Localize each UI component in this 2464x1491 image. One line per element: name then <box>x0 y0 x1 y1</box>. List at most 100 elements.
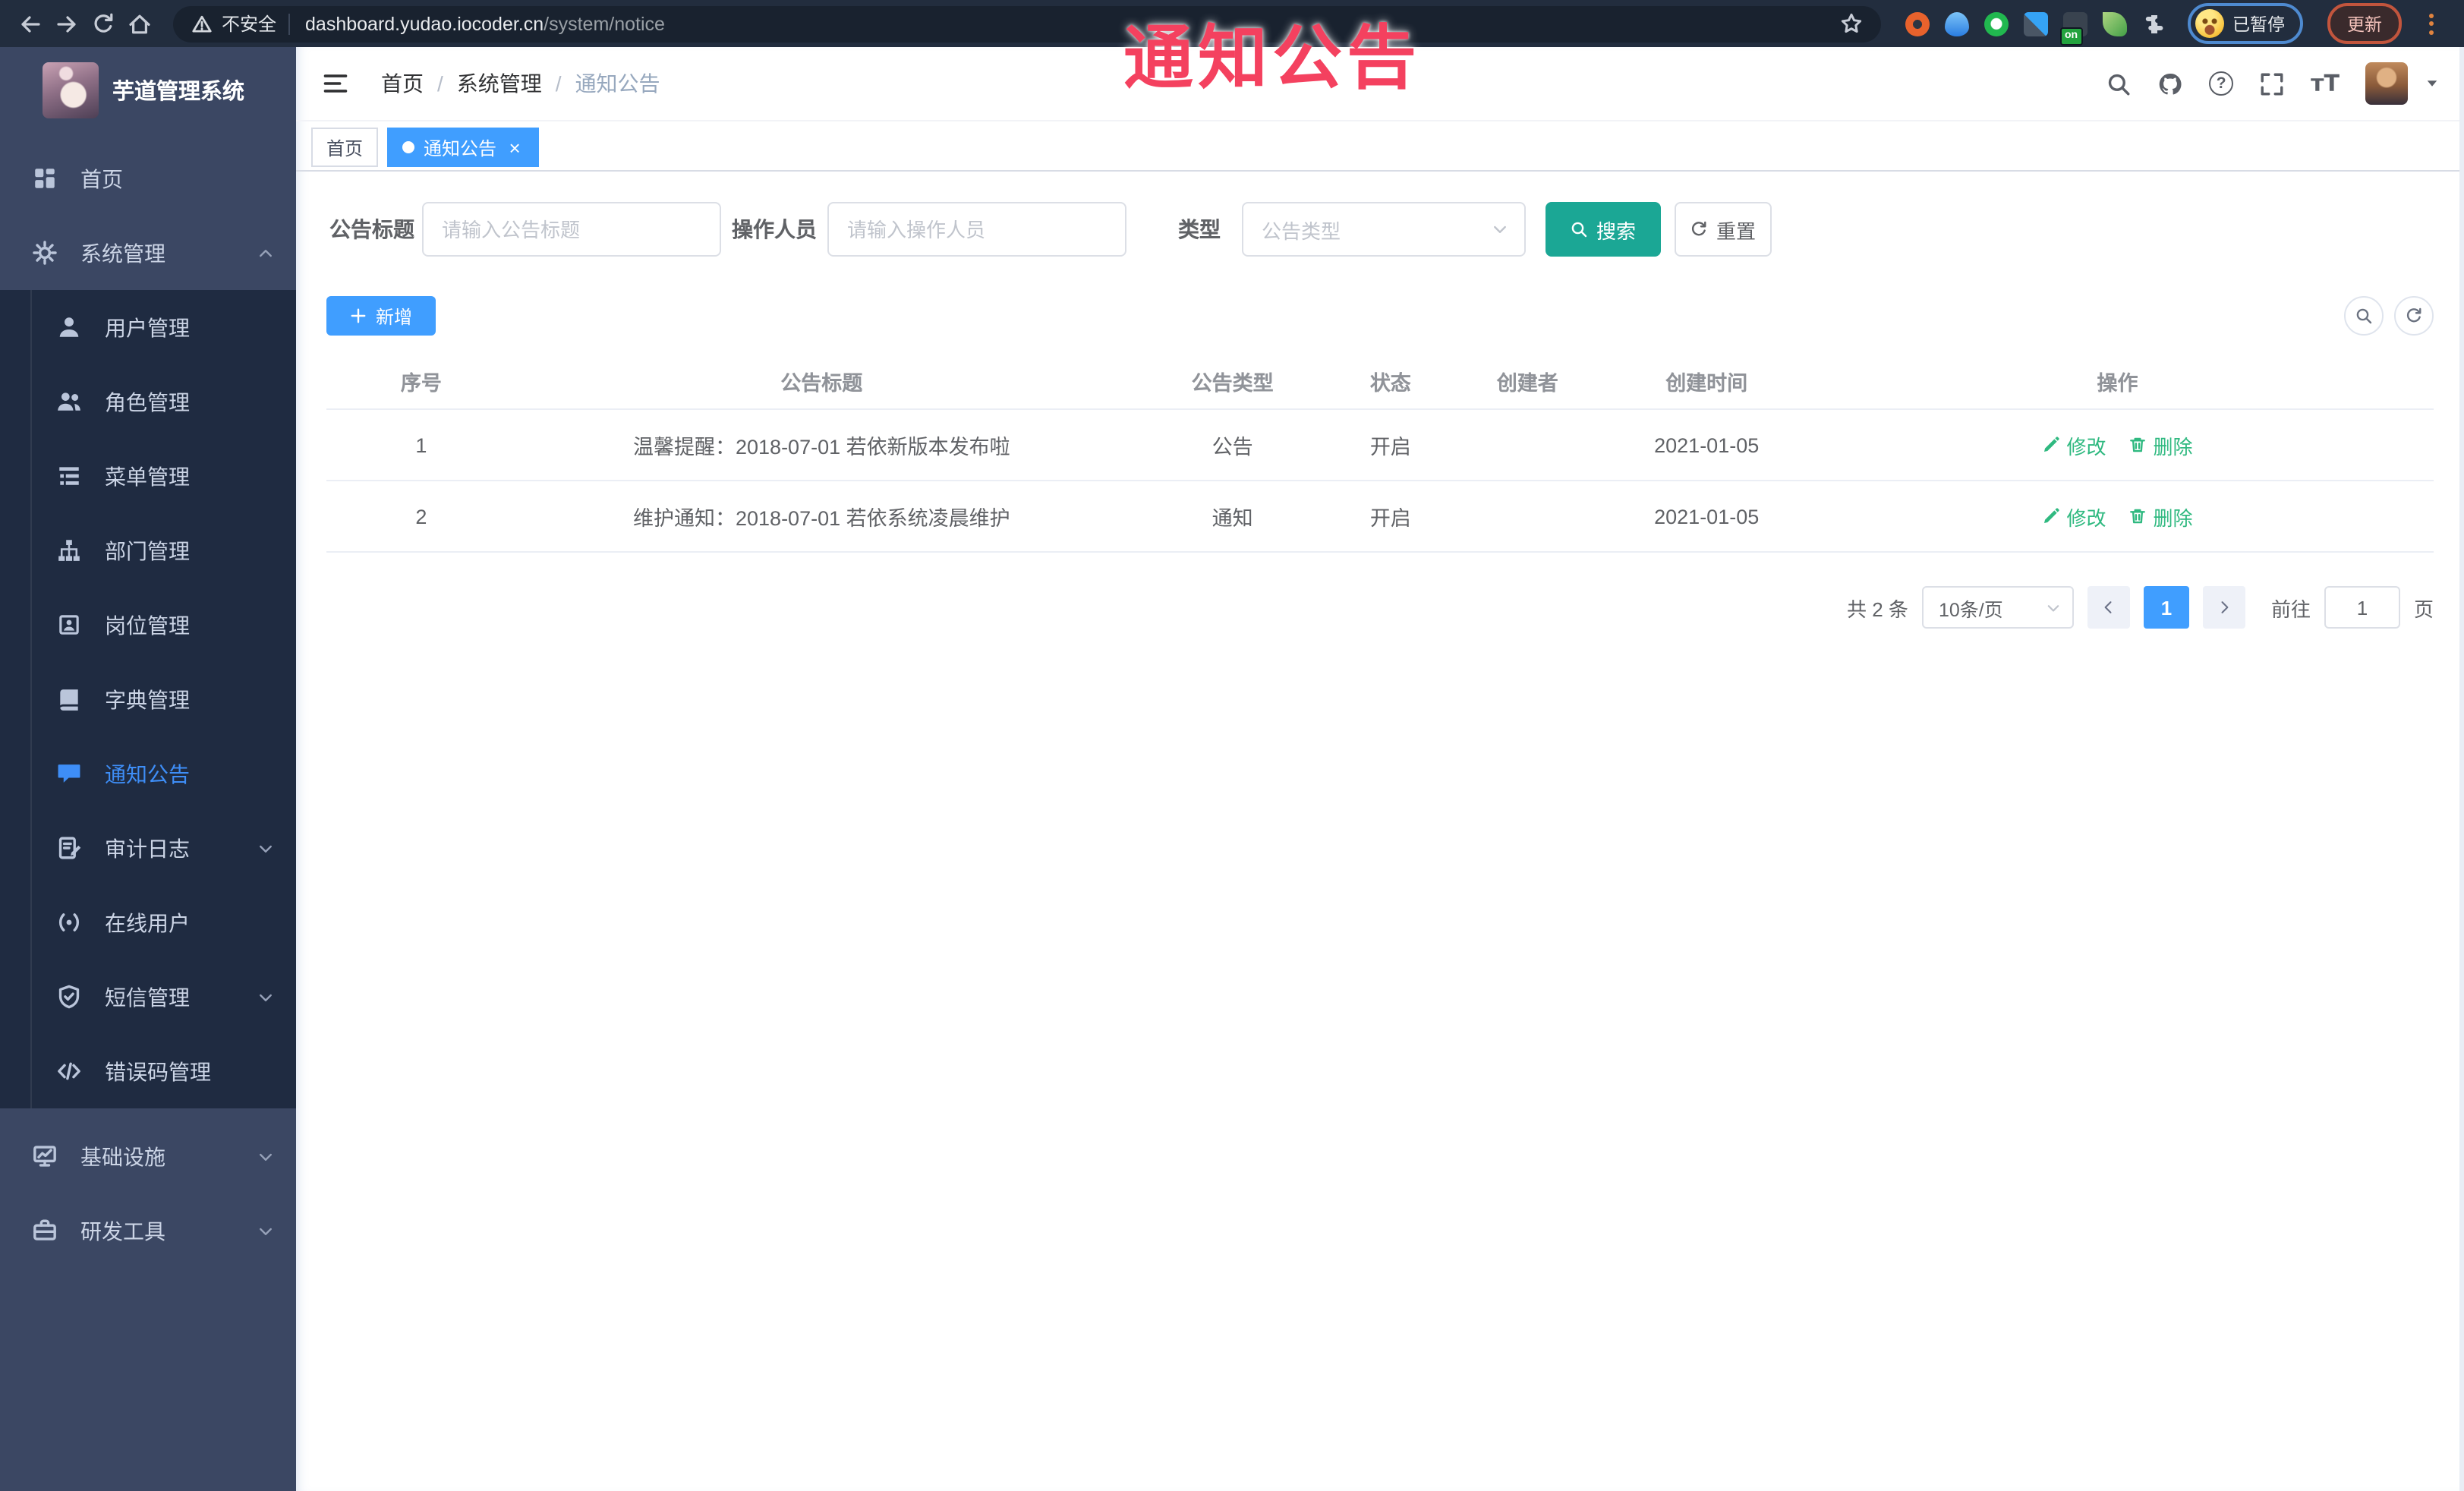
tab-label: 首页 <box>326 137 364 159</box>
delete-button[interactable]: 删除 <box>2128 430 2193 459</box>
sidebar-item-dict-mgmt[interactable]: 字典管理 <box>0 662 296 736</box>
profile-status-label: 已暂停 <box>2232 16 2285 34</box>
sidebar-item-home[interactable]: 首页 <box>0 141 296 216</box>
reload-icon[interactable] <box>88 8 118 39</box>
browser-update-button[interactable]: 更新 <box>2327 3 2402 44</box>
search-button[interactable]: 搜索 <box>1546 202 1661 257</box>
sidebar-item-sms-mgmt[interactable]: 短信管理 <box>0 960 296 1034</box>
home-icon[interactable] <box>124 8 155 39</box>
url-divider <box>288 13 291 34</box>
sidebar-item-system-mgmt[interactable]: 系统管理 <box>0 216 296 290</box>
sidebar-item-label: 字典管理 <box>105 687 190 711</box>
window-scrollbar[interactable] <box>2459 47 2464 1491</box>
sidebar-item-post-mgmt[interactable]: 岗位管理 <box>0 588 296 662</box>
edit-button[interactable]: 修改 <box>2042 430 2106 459</box>
forward-icon[interactable] <box>52 8 82 39</box>
cell-status: 开启 <box>1369 507 1411 530</box>
lifebuoy-extension-icon[interactable] <box>1905 11 1929 36</box>
notice-table: 序号 公告标题 公告类型 状态 创建者 创建时间 操作 1 温馨提醒：2018-… <box>326 352 2434 553</box>
cell-actions: 修改 删除 <box>1801 502 2434 531</box>
active-tab-dot <box>402 141 415 153</box>
next-page-button[interactable] <box>2202 586 2245 629</box>
font-size-icon[interactable] <box>2311 72 2340 95</box>
cell-title: 温馨提醒：2018-07-01 若依新版本发布啦 <box>633 436 1010 459</box>
type-filter-label: 类型 <box>1178 217 1221 241</box>
sidebar-item-user-mgmt[interactable]: 用户管理 <box>0 290 296 364</box>
breadcrumb-home[interactable]: 首页 <box>381 68 424 99</box>
help-icon[interactable] <box>2209 71 2234 96</box>
refresh-table-button[interactable] <box>2394 296 2434 336</box>
sidebar-item-label: 在线用户 <box>105 910 190 935</box>
edit-button[interactable]: 修改 <box>2042 502 2106 531</box>
toggle-search-button[interactable] <box>2344 296 2384 336</box>
tab-notice[interactable]: 通知公告 <box>387 128 540 167</box>
sidebar-logo-row[interactable]: 芋道管理系统 <box>0 47 296 132</box>
page-size-select[interactable]: 10条/页 <box>1921 586 2074 629</box>
browser-menu-icon[interactable] <box>2420 13 2443 34</box>
security-warning-icon <box>191 13 213 34</box>
pagination: 共 2 条 10条/页 1 前往 页 <box>326 586 2434 665</box>
back-icon[interactable] <box>15 8 46 39</box>
current-page-button[interactable]: 1 <box>2143 586 2189 629</box>
col-status: 状态 <box>1369 371 1411 394</box>
tree-table-icon <box>56 463 82 489</box>
breadcrumb-system[interactable]: 系统管理 <box>457 68 542 99</box>
refresh-icon <box>2405 307 2423 325</box>
sidebar-item-notice[interactable]: 通知公告 <box>0 736 296 811</box>
col-actions: 操作 <box>2097 371 2138 394</box>
message-icon <box>56 761 82 786</box>
sidebar-item-role-mgmt[interactable]: 角色管理 <box>0 364 296 439</box>
bookmark-star-icon[interactable] <box>1839 12 1862 35</box>
breadcrumb-current: 通知公告 <box>575 71 660 96</box>
sidebar-item-label: 审计日志 <box>105 836 190 860</box>
sidebar-item-menu-mgmt[interactable]: 菜单管理 <box>0 439 296 513</box>
prev-page-button[interactable] <box>2087 586 2130 629</box>
main-area: 首页 系统管理 通知公告 首页 <box>296 47 2464 1491</box>
chevron-down-icon <box>2045 599 2062 616</box>
caret-down-icon[interactable] <box>2425 76 2440 91</box>
sidebar-item-infrastructure[interactable]: 基础设施 <box>0 1119 296 1193</box>
cell-no: 1 <box>415 433 427 456</box>
sidebar-item-label: 通知公告 <box>105 761 190 786</box>
collapse-sidebar-icon[interactable] <box>322 70 349 97</box>
avatar[interactable] <box>2365 62 2408 105</box>
title-filter-input[interactable] <box>422 202 721 257</box>
screenshot-stage: 不安全 dashboard.yudao.iocoder.cn/system/no… <box>0 0 2464 1491</box>
address-bar[interactable]: 不安全 dashboard.yudao.iocoder.cn/system/no… <box>173 5 1880 42</box>
chevron-left-icon <box>2101 600 2116 615</box>
vue-devtools-icon[interactable] <box>1983 11 2008 36</box>
puzzle-icon[interactable] <box>2141 11 2166 36</box>
app-title: 芋道管理系统 <box>112 80 244 104</box>
tab-home[interactable]: 首页 <box>311 128 379 167</box>
reset-button[interactable]: 重置 <box>1675 202 1772 257</box>
search-icon[interactable] <box>2106 71 2132 96</box>
cell-type: 通知 <box>1212 507 1253 530</box>
leaf-extension-icon[interactable] <box>2102 11 2126 36</box>
cell-no: 2 <box>415 505 427 528</box>
delete-button[interactable]: 删除 <box>2128 502 2193 531</box>
close-tab-icon[interactable] <box>506 137 524 157</box>
chevron-down-icon <box>257 1221 275 1240</box>
github-icon[interactable] <box>2157 71 2183 96</box>
sidebar-item-audit-log[interactable]: 审计日志 <box>0 811 296 885</box>
header-actions <box>2106 62 2440 105</box>
switch-extension-icon[interactable]: on <box>2059 11 2087 45</box>
browser-profile-button[interactable]: 已暂停 <box>2187 3 2303 44</box>
profile-emoji-icon <box>2195 9 2223 38</box>
goto-page-input[interactable] <box>2324 586 2400 629</box>
type-select-placeholder: 公告类型 <box>1262 219 1341 242</box>
operator-filter-input[interactable] <box>827 202 1126 257</box>
table-row: 2 维护通知：2018-07-01 若依系统凌晨维护 通知 开启 2021-01… <box>326 481 2434 553</box>
sidebar-item-dept-mgmt[interactable]: 部门管理 <box>0 513 296 588</box>
operator-filter-label: 操作人员 <box>732 217 817 241</box>
sidebar-item-dev-tools[interactable]: 研发工具 <box>0 1193 296 1268</box>
drop-extension-icon[interactable] <box>1944 11 1968 36</box>
sidebar-item-errcode-mgmt[interactable]: 错误码管理 <box>0 1034 296 1108</box>
sidebar-item-online-users[interactable]: 在线用户 <box>0 885 296 960</box>
url-host: dashboard.yudao.iocoder.cn <box>305 13 544 34</box>
add-button[interactable]: 新增 <box>326 296 436 336</box>
extension-on-badge: on <box>2059 27 2084 45</box>
type-filter-select[interactable]: 公告类型 <box>1242 202 1526 257</box>
fullscreen-icon[interactable] <box>2259 71 2285 96</box>
grid-extension-icon[interactable] <box>2023 11 2047 36</box>
